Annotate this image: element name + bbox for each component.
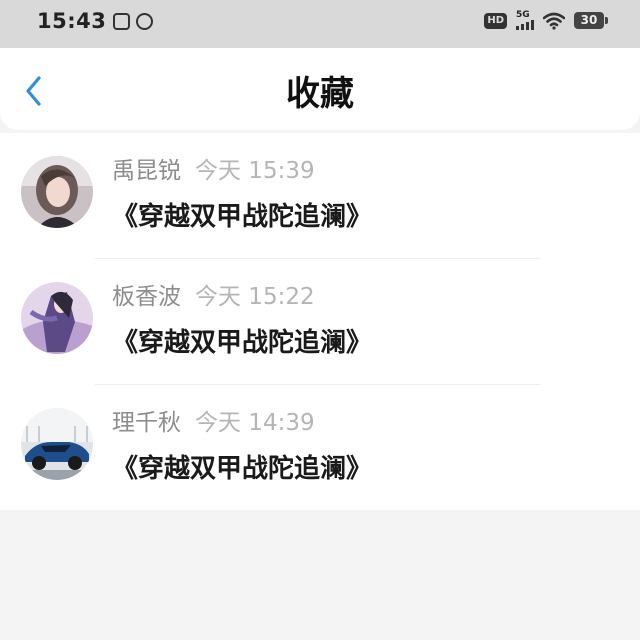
- page-title: 收藏: [286, 74, 354, 114]
- favorite-time: 今天 15:39: [195, 158, 315, 184]
- signal-icon: 5G: [516, 11, 534, 30]
- author-name: 板香波: [112, 284, 181, 310]
- avatar: [21, 282, 93, 354]
- app-notification-icon: [136, 13, 153, 30]
- favorite-time: 今天 15:22: [195, 284, 315, 310]
- favorites-list: 禹昆锐 今天 15:39 《穿越双甲战陀追澜》 板香波 今天 15:22 《穿越双甲…: [0, 133, 640, 510]
- favorite-content: 《穿越双甲战陀追澜》: [112, 202, 373, 232]
- favorite-content: 《穿越双甲战陀追澜》: [112, 328, 373, 358]
- status-bar: 15:43 HD 5G 30: [0, 0, 640, 48]
- nav-bar: 收藏: [0, 48, 640, 130]
- favorite-item[interactable]: 禹昆锐 今天 15:39 《穿越双甲战陀追澜》: [0, 133, 640, 259]
- status-indicators: HD 5G 30: [484, 11, 608, 30]
- hd-icon: HD: [484, 12, 507, 29]
- author-name: 禹昆锐: [112, 158, 181, 184]
- image-notification-icon: [113, 13, 130, 30]
- favorite-item[interactable]: 板香波 今天 15:22 《穿越双甲战陀追澜》: [0, 259, 640, 385]
- favorite-content: 《穿越双甲战陀追澜》: [112, 454, 373, 484]
- favorite-item[interactable]: 理千秋 今天 14:39 《穿越双甲战陀追澜》: [0, 385, 640, 511]
- status-notification-icons: [113, 13, 153, 30]
- favorite-time: 今天 14:39: [195, 410, 315, 436]
- wifi-icon: [543, 12, 565, 30]
- network-type-label: 5G: [516, 10, 530, 20]
- author-name: 理千秋: [112, 410, 181, 436]
- battery-icon: 30: [574, 12, 608, 29]
- avatar: [21, 156, 93, 228]
- status-time: 15:43: [37, 9, 107, 33]
- avatar: [21, 408, 93, 480]
